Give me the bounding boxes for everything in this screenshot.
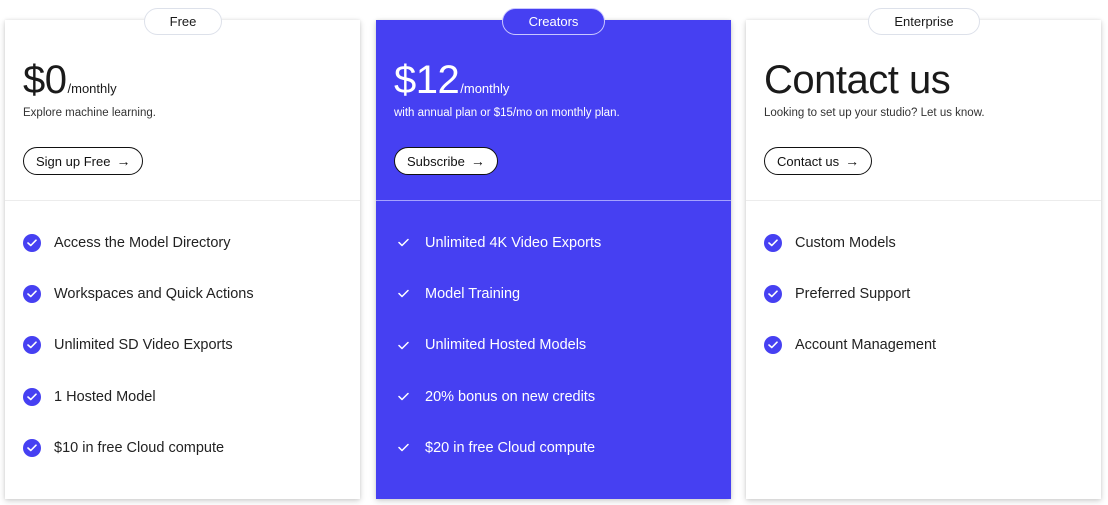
plan-description: Looking to set up your studio? Let us kn…: [764, 107, 985, 119]
feature-text: 20% bonus on new credits: [425, 388, 596, 405]
price: $12: [394, 58, 460, 102]
feature-item: $20 in free Cloud compute: [376, 422, 731, 473]
feature-item: Access the Model Directory: [5, 217, 360, 268]
plan-card-enterprise: Enterprise Contact us Looking to set up …: [746, 8, 1101, 499]
arrow-right-icon: →: [845, 152, 860, 169]
feature-text: Unlimited Hosted Models: [425, 337, 587, 354]
feature-text: Access the Model Directory: [54, 234, 231, 251]
check-circle-icon: [23, 387, 41, 406]
feature-text: Unlimited 4K Video Exports: [425, 234, 602, 251]
feature-text: Unlimited SD Video Exports: [54, 337, 233, 354]
feature-item: Unlimited 4K Video Exports: [376, 217, 731, 268]
price-period: /monthly: [67, 81, 117, 96]
sign-up-free-button[interactable]: Sign up Free →: [23, 147, 144, 175]
feature-item: Unlimited SD Video Exports: [5, 320, 360, 371]
feature-text: $10 in free Cloud compute: [54, 439, 225, 456]
subscribe-button[interactable]: Subscribe →: [394, 147, 498, 175]
feature-item: Workspaces and Quick Actions: [5, 268, 360, 319]
plan-card-free: Free $0 /monthly Explore machine learnin…: [5, 8, 360, 499]
check-icon: [394, 388, 412, 406]
feature-text: Model Training: [425, 285, 521, 302]
check-icon: [394, 439, 412, 457]
check-circle-icon: [764, 336, 782, 355]
check-circle-icon: [764, 233, 782, 252]
check-icon: [394, 336, 412, 354]
price: Contact us: [764, 58, 951, 102]
feature-item: Custom Models: [746, 217, 1101, 268]
arrow-right-icon: →: [470, 152, 485, 169]
feature-list: Custom Models Preferred Support Account …: [746, 201, 1101, 371]
feature-list: Access the Model Directory Workspaces an…: [5, 201, 360, 473]
check-circle-icon: [23, 438, 41, 457]
feature-text: Account Management: [795, 337, 937, 354]
feature-list: Unlimited 4K Video Exports Model Trainin…: [376, 201, 731, 473]
feature-text: $20 in free Cloud compute: [425, 439, 596, 456]
plan-header: $12 /monthly with annual plan or $15/mo …: [376, 20, 731, 201]
feature-item: Preferred Support: [746, 268, 1101, 319]
feature-item: 1 Hosted Model: [5, 371, 360, 422]
price-row: $12 /monthly: [394, 58, 509, 102]
plan-header: Contact us Looking to set up your studio…: [746, 20, 1101, 201]
price-row: $0 /monthly: [23, 58, 117, 102]
price-row: Contact us: [764, 58, 951, 102]
arrow-right-icon: →: [116, 152, 131, 169]
feature-text: Custom Models: [795, 234, 896, 251]
plan-card-creators: Creators $12 /monthly with annual plan o…: [376, 8, 731, 499]
button-label: Contact us: [777, 153, 840, 169]
feature-item: Unlimited Hosted Models: [376, 320, 731, 371]
check-icon: [394, 234, 412, 252]
feature-text: 1 Hosted Model: [54, 388, 156, 405]
check-circle-icon: [23, 233, 41, 252]
contact-us-button[interactable]: Contact us →: [764, 147, 873, 175]
plan-description: Explore machine learning.: [23, 107, 156, 119]
check-circle-icon: [23, 336, 41, 355]
price-period: /monthly: [460, 81, 510, 96]
feature-item: $10 in free Cloud compute: [5, 422, 360, 473]
check-circle-icon: [23, 284, 41, 303]
price: $0: [23, 58, 67, 102]
check-circle-icon: [764, 284, 782, 303]
feature-text: Preferred Support: [795, 285, 911, 302]
feature-item: 20% bonus on new credits: [376, 371, 731, 422]
plan-header: $0 /monthly Explore machine learning. Si…: [5, 20, 360, 201]
button-label: Sign up Free: [36, 153, 111, 169]
feature-item: Account Management: [746, 320, 1101, 371]
plan-description: with annual plan or $15/mo on monthly pl…: [394, 107, 620, 119]
feature-text: Workspaces and Quick Actions: [54, 285, 254, 302]
feature-item: Model Training: [376, 268, 731, 319]
check-icon: [394, 285, 412, 303]
button-label: Subscribe: [407, 153, 465, 169]
